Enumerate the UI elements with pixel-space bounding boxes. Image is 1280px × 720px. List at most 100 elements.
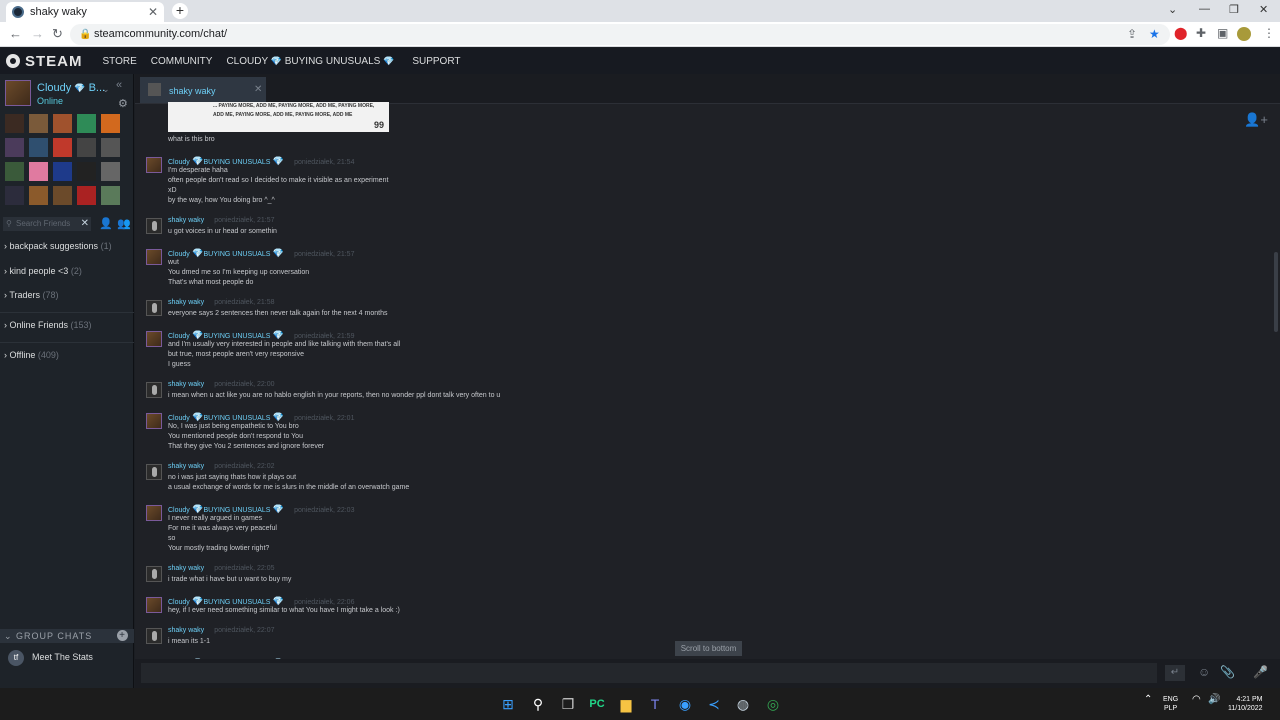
favorite-friend-avatar[interactable]	[29, 114, 48, 133]
add-group-icon[interactable]: 👥	[117, 217, 131, 230]
message-avatar[interactable]	[146, 249, 162, 265]
favorite-friend-avatar[interactable]	[101, 162, 120, 181]
favorite-friend-avatar[interactable]	[53, 162, 72, 181]
favorite-friend-avatar[interactable]	[5, 186, 24, 205]
new-tab-button[interactable]: +	[172, 3, 188, 19]
chat-tab[interactable]: shaky waky ✕	[140, 77, 266, 103]
message-sender[interactable]: shaky waky poniedziałek, 22:07	[168, 627, 275, 634]
tab-search-icon[interactable]: ⌄	[1168, 3, 1177, 16]
edge-icon[interactable]: ◉	[677, 696, 693, 712]
message-sender[interactable]: shaky waky poniedziałek, 22:00	[168, 381, 275, 388]
message-sender[interactable]: shaky waky poniedziałek, 22:02	[168, 463, 275, 470]
add-group-chat-icon[interactable]: +	[117, 630, 128, 641]
bookmark-star-icon[interactable]: ★	[1149, 24, 1160, 45]
maximize-button[interactable]: ❐	[1229, 3, 1239, 16]
favorite-friend-avatar[interactable]	[77, 114, 96, 133]
attach-icon[interactable]: 📎	[1220, 665, 1235, 679]
nav-profile[interactable]: CLOUDY 💎 BUYING UNUSUALS 💎	[226, 56, 394, 67]
add-friend-icon[interactable]: 👤	[99, 217, 113, 230]
profile-avatar[interactable]	[1237, 27, 1251, 41]
friend-group-traders[interactable]: › Traders (78)	[0, 290, 134, 300]
friend-group-offline[interactable]: › Offline (409)	[0, 350, 134, 360]
chevron-down-icon[interactable]: ⌄	[102, 84, 110, 95]
favorite-friend-avatar[interactable]	[5, 114, 24, 133]
steam-icon[interactable]: ◍	[735, 696, 751, 712]
scroll-to-bottom-button[interactable]: Scroll to bottom	[675, 641, 742, 656]
reload-button[interactable]: ↻	[52, 26, 63, 42]
favorite-friend-avatar[interactable]	[101, 138, 120, 157]
message-avatar[interactable]	[146, 382, 162, 398]
start-icon[interactable]: ⊞	[500, 696, 516, 712]
message-avatar[interactable]	[146, 300, 162, 316]
extensions-puzzle-icon[interactable]: ✚	[1196, 26, 1206, 40]
favorite-friend-avatar[interactable]	[77, 186, 96, 205]
group-chat-item[interactable]: tf Meet The Stats	[8, 650, 93, 666]
steam-logo[interactable]: STEAM	[6, 53, 83, 70]
volume-icon[interactable]: 🔊	[1208, 695, 1220, 705]
message-avatar[interactable]	[146, 413, 162, 429]
wifi-icon[interactable]: ◠	[1192, 695, 1201, 705]
favorite-friend-avatar[interactable]	[29, 138, 48, 157]
clear-search-icon[interactable]: ✕	[81, 217, 89, 231]
favorite-friend-avatar[interactable]	[77, 162, 96, 181]
nav-support[interactable]: SUPPORT	[412, 56, 460, 67]
favorite-friend-avatar[interactable]	[5, 162, 24, 181]
close-tab-icon[interactable]: ✕	[148, 5, 158, 19]
friend-group-backpack-suggestions[interactable]: › backpack suggestions (1)	[0, 241, 134, 251]
language-indicator[interactable]: ENG PLP	[1163, 695, 1178, 713]
favorite-friend-avatar[interactable]	[29, 162, 48, 181]
favorite-friend-avatar[interactable]	[29, 186, 48, 205]
share-icon[interactable]: ⇪	[1127, 24, 1137, 45]
show-hidden-icons-icon[interactable]: ⌃	[1144, 695, 1152, 705]
settings-gear-icon[interactable]: ⚙	[118, 97, 128, 110]
favorite-friend-avatar[interactable]	[77, 138, 96, 157]
clock[interactable]: 4:21 PM 11/10/2022	[1228, 695, 1263, 713]
friend-group-online[interactable]: › Online Friends (153)	[0, 320, 134, 330]
opera-extension-icon[interactable]: ⬤	[1174, 26, 1187, 40]
group-chats-header[interactable]: ⌄ GROUP CHATS +	[0, 629, 134, 643]
my-persona[interactable]: Cloudy 💎 B... Online ⌄	[5, 80, 130, 110]
message-avatar[interactable]	[146, 157, 162, 173]
collapse-panel-icon[interactable]: «	[116, 79, 122, 91]
back-button[interactable]: ←	[9, 26, 22, 41]
invite-to-chat-icon[interactable]: 👤+	[1244, 112, 1268, 128]
embedded-image[interactable]: ... PAYING MORE, ADD ME, PAYING MORE, AD…	[168, 102, 389, 132]
message-avatar[interactable]	[146, 597, 162, 613]
teams-icon[interactable]: T	[647, 696, 663, 712]
address-bar[interactable]: 🔒 steamcommunity.com/chat/ ⇪ ★	[70, 24, 1170, 45]
message-sender[interactable]: shaky waky poniedziałek, 21:57	[168, 217, 275, 224]
pycharm-icon[interactable]: PC	[589, 696, 605, 712]
message-sender[interactable]: shaky waky poniedziałek, 21:58	[168, 299, 275, 306]
favorite-friend-avatar[interactable]	[101, 186, 120, 205]
favorite-friend-avatar[interactable]	[5, 138, 24, 157]
emoticon-icon[interactable]: ☺	[1198, 665, 1210, 679]
search-icon[interactable]: ⚲	[530, 696, 546, 712]
favorite-friend-avatar[interactable]	[101, 114, 120, 133]
message-avatar[interactable]	[146, 331, 162, 347]
task-view-icon[interactable]: ❐	[560, 696, 576, 712]
message-sender[interactable]: shaky waky poniedziałek, 22:05	[168, 565, 275, 572]
message-avatar[interactable]	[146, 566, 162, 582]
send-button[interactable]: ↵	[1165, 665, 1185, 681]
scrollbar[interactable]	[1274, 252, 1278, 332]
chrome-icon[interactable]: ◎	[765, 696, 781, 712]
friend-group-kind-people[interactable]: › kind people <3 (2)	[0, 266, 134, 276]
voice-chat-icon[interactable]: 🎤	[1253, 665, 1268, 679]
friends-search-input[interactable]: ⚲ Search Friends ✕	[3, 217, 91, 231]
browser-menu-icon[interactable]: ⋮	[1263, 26, 1275, 40]
nav-store[interactable]: STORE	[103, 56, 137, 67]
favorite-friend-avatar[interactable]	[53, 138, 72, 157]
nav-community[interactable]: COMMUNITY	[151, 56, 213, 67]
message-avatar[interactable]	[146, 218, 162, 234]
minimize-button[interactable]: —	[1199, 3, 1210, 15]
message-avatar[interactable]	[146, 628, 162, 644]
file-explorer-icon[interactable]: ▆	[618, 696, 634, 712]
side-panel-icon[interactable]: ▣	[1217, 26, 1228, 40]
vscode-icon[interactable]: ≺	[706, 696, 722, 712]
browser-tab[interactable]: shaky waky ✕	[6, 2, 164, 22]
chat-input[interactable]	[141, 663, 1157, 683]
favorite-friend-avatar[interactable]	[53, 114, 72, 133]
favorite-friend-avatar[interactable]	[53, 186, 72, 205]
close-window-button[interactable]: ✕	[1259, 3, 1268, 16]
forward-button[interactable]: →	[31, 26, 44, 41]
